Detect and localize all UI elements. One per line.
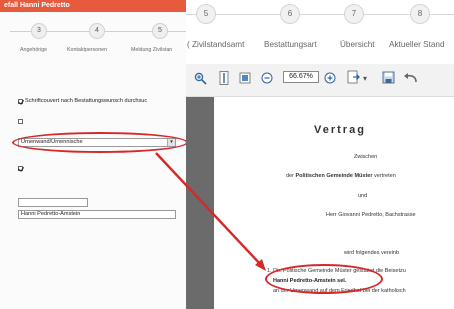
empty-input-field[interactable] [18, 198, 88, 207]
right-panel: 5 6 7 8 ( Zivilstandsamt Bestattungsart … [186, 0, 454, 309]
schriftcouvert-checkbox-label: Schriftcouvert nach Bestattungswunsch du… [25, 98, 148, 104]
zoom-in-icon[interactable] [194, 72, 207, 87]
contract-agreement: wird folgendes vereinb [344, 250, 400, 256]
step-8[interactable]: 8 [410, 4, 430, 24]
step-5[interactable]: 5 [152, 23, 168, 39]
contract-clause-line-2: Hanni Pedretto-Amstein sel. [273, 278, 347, 284]
fit-page-icon[interactable] [239, 72, 251, 86]
chevron-down-icon[interactable]: ▾ [167, 139, 175, 146]
left-panel: efall Hanni Pedretto 3 4 5 Angehörige Ko… [0, 0, 186, 309]
step-6[interactable]: 6 [280, 4, 300, 24]
deceased-name-field[interactable]: Hanni Pedretto-Amstein [18, 210, 176, 219]
schriftcouvert-checkbox[interactable] [18, 99, 23, 104]
step-3[interactable]: 3 [31, 23, 47, 39]
party1-suffix: vertreten [374, 173, 396, 179]
zoom-level-input[interactable]: 66.67% [283, 71, 319, 83]
contract-clause-line-1: 1. Die Politische Gemeinde Müster gestat… [267, 268, 406, 274]
tab-bestattungsart[interactable]: Bestattungsart [264, 40, 317, 49]
contract-and: und [358, 193, 368, 199]
contract-party-1: der Politischen Gemeinde Müster vertrete… [286, 173, 396, 179]
fit-width-icon[interactable] [219, 71, 229, 87]
bestattungsart-select[interactable]: Urnenwand/Urnennische ▾ [18, 138, 176, 147]
zoom-out-icon[interactable] [261, 72, 273, 86]
tab-kontaktpersonen[interactable]: Kontaktpersonen [67, 47, 107, 53]
option-checkbox[interactable] [18, 119, 23, 124]
undo-icon[interactable] [403, 71, 419, 86]
step-4[interactable]: 4 [89, 23, 105, 39]
tab-zivilstandsamt[interactable]: ( Zivilstandsamt [187, 40, 244, 49]
step-7[interactable]: 7 [344, 4, 364, 24]
tab-uebersicht[interactable]: Übersicht [340, 40, 375, 49]
export-icon[interactable] [347, 70, 361, 87]
save-icon[interactable] [382, 71, 395, 86]
zoom-in-small-icon[interactable] [324, 72, 336, 86]
tab-prefix: ( [187, 40, 190, 49]
contract-party-2: Herr Giovanni Pedretto, Bachstrasse [326, 212, 416, 218]
party1-name: Politischen Gemeinde Müster [295, 173, 373, 179]
tab-aktueller-stand[interactable]: Aktueller Stand [389, 40, 445, 49]
tab-zivilstandsamt-label: Zivilstandsamt [192, 40, 245, 49]
contract-title: Vertrag [314, 124, 366, 136]
dropdown-icon[interactable]: ▾ [363, 73, 367, 85]
bestattungsart-select-value: Urnenwand/Urnennische [21, 139, 83, 145]
step-5-right[interactable]: 5 [196, 4, 216, 24]
pdf-toolbar: 66.67% ▾ [186, 64, 454, 97]
party1-prefix: der [286, 173, 294, 179]
confirm-checkbox[interactable] [18, 166, 23, 171]
contract-clause-line-3: an der Urnenwand auf dem Friedhof bei de… [273, 288, 406, 294]
tab-meldung-zivilstand[interactable]: Meldung Zivilstan [131, 47, 172, 53]
document-side-gutter [186, 97, 214, 309]
tab-angehoerige[interactable]: Angehörige [20, 47, 47, 53]
case-title-bar: efall Hanni Pedretto [0, 0, 186, 12]
contract-between: Zwischen [354, 154, 378, 160]
